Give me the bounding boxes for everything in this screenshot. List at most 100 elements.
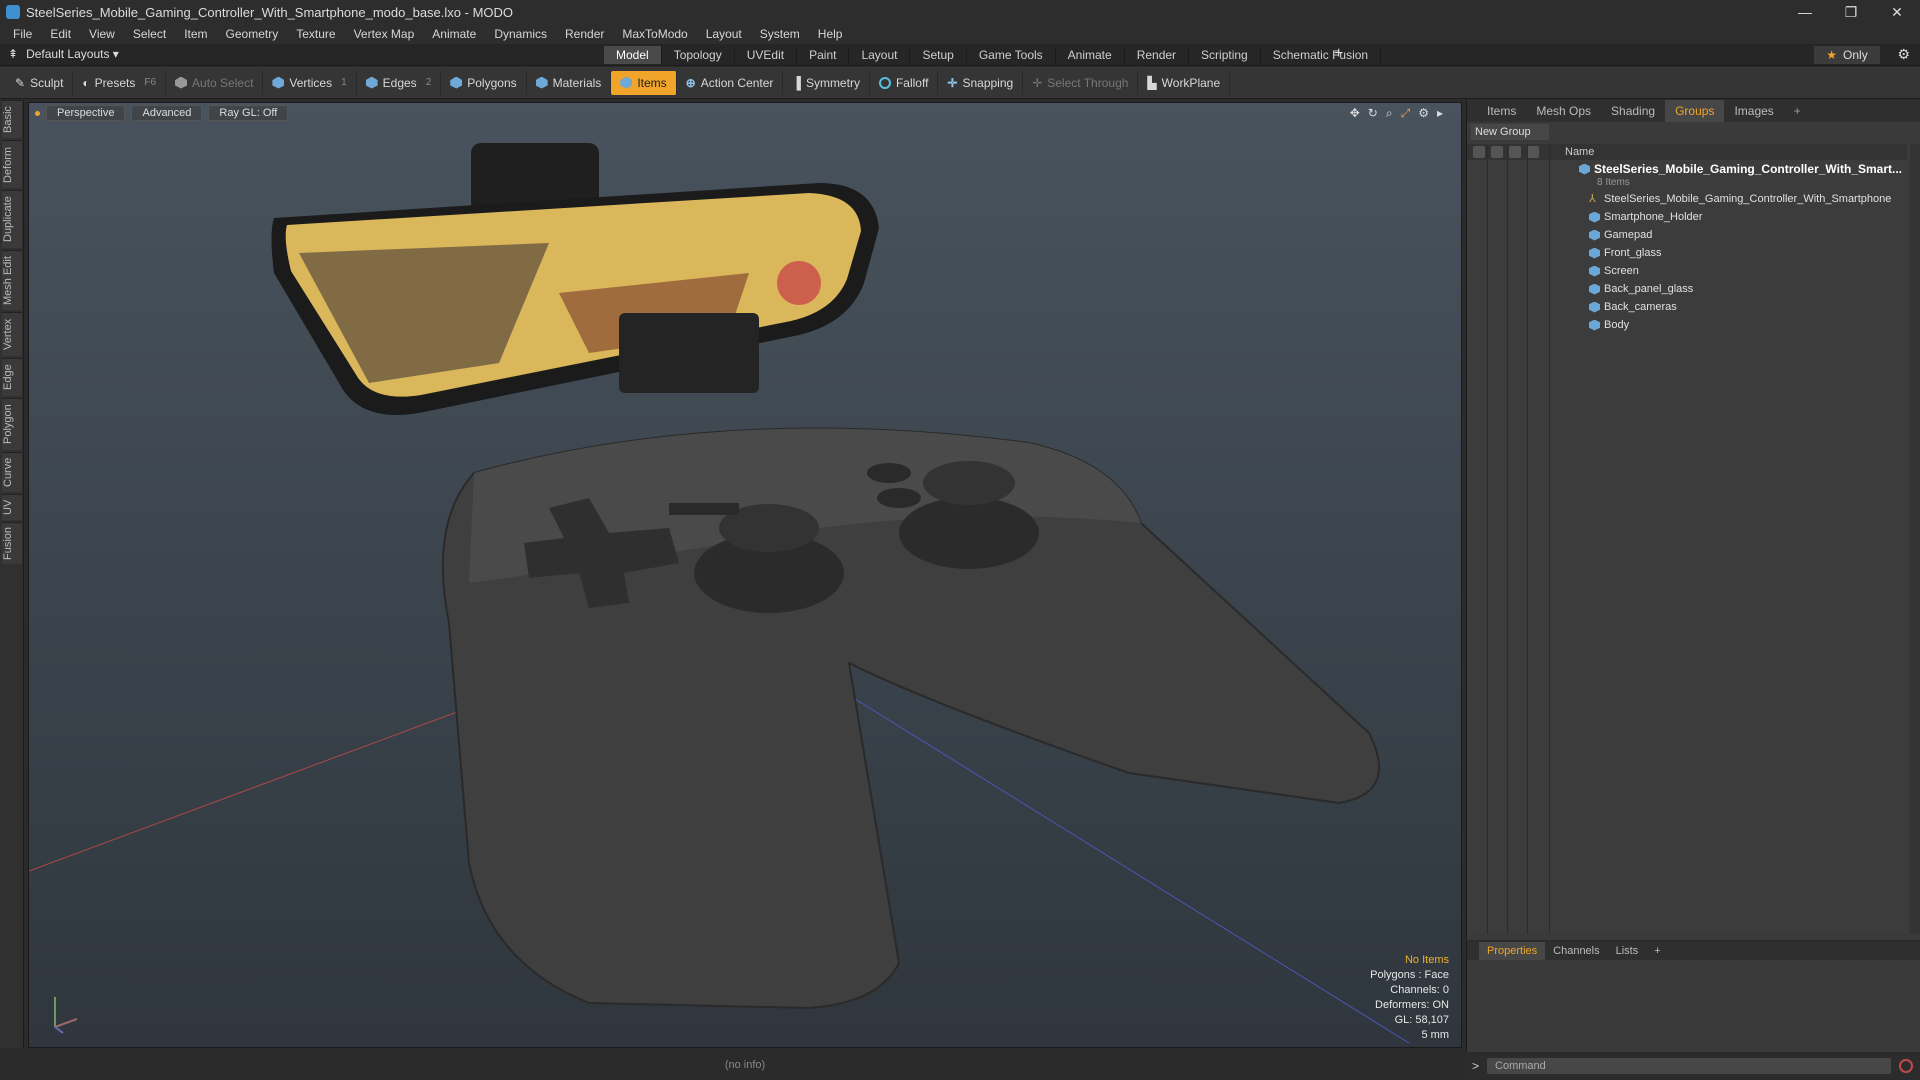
menu-animate[interactable]: Animate: [423, 27, 485, 41]
tab-render[interactable]: Render: [1125, 46, 1190, 64]
workplane-button[interactable]: ▙ WorkPlane: [1138, 70, 1231, 95]
tab-mesh-edit[interactable]: Mesh Edit: [2, 250, 22, 310]
group-item-row[interactable]: Body: [1467, 316, 1907, 334]
tab-items[interactable]: Items: [1477, 104, 1526, 118]
advanced-button[interactable]: Advanced: [131, 105, 203, 121]
tab-scripting[interactable]: Scripting: [1189, 46, 1261, 64]
polygons-mode-button[interactable]: Polygons: [441, 70, 527, 95]
group-item-row[interactable]: Screen: [1467, 262, 1907, 280]
menu-help[interactable]: Help: [809, 27, 852, 41]
menu-edit[interactable]: Edit: [41, 27, 80, 41]
tab-uvedit[interactable]: UVEdit: [735, 46, 798, 64]
restore-button[interactable]: ❐: [1828, 0, 1874, 24]
add-panel-tab-button[interactable]: +: [1784, 104, 1811, 118]
tab-schematic-fusion[interactable]: Schematic Fusion: [1261, 46, 1382, 64]
menu-select[interactable]: Select: [124, 27, 175, 41]
select-through-button[interactable]: ✛ Select Through: [1023, 70, 1139, 95]
tab-game-tools[interactable]: Game Tools: [967, 46, 1056, 64]
add-properties-tab-button[interactable]: +: [1646, 945, 1668, 957]
menu-layout[interactable]: Layout: [697, 27, 751, 41]
menu-system[interactable]: System: [751, 27, 809, 41]
menu-view[interactable]: View: [80, 27, 124, 41]
raygl-button[interactable]: Ray GL: Off: [208, 105, 289, 121]
minimize-button[interactable]: —: [1782, 0, 1828, 24]
tab-polygon[interactable]: Polygon: [2, 398, 22, 450]
vertices-mode-button[interactable]: Vertices 1: [263, 70, 357, 95]
record-icon[interactable]: [1899, 1059, 1914, 1073]
snapping-label: Snapping: [962, 75, 1014, 90]
menu-geometry[interactable]: Geometry: [217, 27, 288, 41]
materials-mode-button[interactable]: Materials: [527, 70, 612, 95]
command-prompt: >: [1472, 1059, 1480, 1073]
viewport-arrow-icon[interactable]: ▸: [1437, 106, 1443, 121]
viewport-menu-dot-icon[interactable]: [35, 110, 40, 116]
select-icon[interactable]: [1527, 146, 1539, 158]
symmetry-button[interactable]: ▐ Symmetry: [783, 70, 870, 95]
tab-animate[interactable]: Animate: [1056, 46, 1125, 64]
tab-setup[interactable]: Setup: [910, 46, 967, 64]
viewport-gear-icon[interactable]: ⚙: [1418, 106, 1429, 121]
render-icon[interactable]: [1491, 146, 1503, 158]
menu-render[interactable]: Render: [556, 27, 613, 41]
maximize-icon[interactable]: ⤢: [1401, 106, 1411, 121]
add-layout-tab-button[interactable]: +: [1334, 45, 1343, 63]
tab-properties[interactable]: Properties: [1479, 942, 1546, 960]
tab-basic[interactable]: Basic: [2, 100, 22, 138]
eye-icon[interactable]: [1473, 146, 1485, 158]
group-item-row[interactable]: Smartphone_Holder: [1467, 208, 1907, 226]
pan-icon[interactable]: ✥: [1350, 106, 1360, 121]
perspective-button[interactable]: Perspective: [46, 105, 126, 121]
tab-fusion[interactable]: Fusion: [2, 522, 22, 564]
menu-vertex-map[interactable]: Vertex Map: [345, 27, 424, 41]
group-item-row[interactable]: Back_panel_glass: [1467, 280, 1907, 298]
tab-groups[interactable]: Groups: [1665, 100, 1725, 122]
group-row[interactable]: SteelSeries_Mobile_Gaming_Controller_Wit…: [1467, 160, 1907, 190]
tab-duplicate[interactable]: Duplicate: [2, 190, 22, 248]
lock-icon[interactable]: [1509, 146, 1521, 158]
tab-model[interactable]: Model: [604, 46, 662, 64]
default-layouts-dropdown[interactable]: ⇞ Default Layouts ▾: [8, 47, 119, 61]
tab-images[interactable]: Images: [1724, 104, 1783, 118]
menu-dynamics[interactable]: Dynamics: [485, 27, 556, 41]
group-item-row[interactable]: Front_glass: [1467, 244, 1907, 262]
viewport-header: Perspective Advanced Ray GL: Off: [29, 103, 1461, 123]
viewport-stats: No Items Polygons : Face Channels: 0 Def…: [1370, 953, 1449, 1043]
tab-layout[interactable]: Layout: [849, 46, 911, 64]
command-input[interactable]: Command: [1487, 1058, 1892, 1074]
tab-vertex[interactable]: Vertex: [2, 312, 22, 356]
group-item-row[interactable]: ⅄ SteelSeries_Mobile_Gaming_Controller_W…: [1467, 190, 1907, 208]
tab-edge[interactable]: Edge: [2, 358, 22, 396]
rotate-icon[interactable]: ↻: [1368, 106, 1378, 121]
menu-file[interactable]: File: [4, 27, 41, 41]
zoom-icon[interactable]: ⌕: [1386, 106, 1393, 121]
new-group-button[interactable]: New Group: [1471, 124, 1549, 140]
gear-icon[interactable]: ⚙: [1897, 46, 1910, 63]
edges-mode-button[interactable]: Edges 2: [357, 70, 442, 95]
group-item-row[interactable]: Back_cameras: [1467, 298, 1907, 316]
auto-select-button[interactable]: Auto Select: [166, 70, 264, 95]
group-item-row[interactable]: Gamepad: [1467, 226, 1907, 244]
menu-texture[interactable]: Texture: [287, 27, 344, 41]
sculpt-button[interactable]: ✎ Sculpt: [6, 70, 74, 95]
items-mode-button[interactable]: Items: [611, 70, 677, 95]
close-button[interactable]: ✕: [1874, 0, 1920, 24]
tab-paint[interactable]: Paint: [797, 46, 850, 64]
tab-channels[interactable]: Channels: [1545, 945, 1607, 957]
tab-shading[interactable]: Shading: [1601, 104, 1665, 118]
tab-curve[interactable]: Curve: [2, 452, 22, 492]
only-toggle-button[interactable]: ★ Only: [1814, 46, 1880, 64]
group-name: SteelSeries_Mobile_Gaming_Controller_Wit…: [1594, 162, 1902, 176]
menu-item[interactable]: Item: [175, 27, 216, 41]
falloff-button[interactable]: Falloff: [870, 70, 939, 95]
snapping-button[interactable]: ✛ Snapping: [938, 70, 1024, 95]
presets-button[interactable]: ◐ Presets F6: [73, 70, 167, 95]
tab-uv[interactable]: UV: [2, 494, 22, 520]
action-center-button[interactable]: ⊕ Action Center: [677, 70, 784, 95]
tab-topology[interactable]: Topology: [662, 46, 735, 64]
tab-deform[interactable]: Deform: [2, 140, 22, 188]
tab-mesh-ops[interactable]: Mesh Ops: [1526, 104, 1601, 118]
groups-scrollbar[interactable]: [1910, 144, 1920, 934]
menu-maxtomodo[interactable]: MaxToModo: [613, 27, 696, 41]
tab-lists[interactable]: Lists: [1608, 945, 1647, 957]
3d-viewport[interactable]: Perspective Advanced Ray GL: Off ✥ ↻ ⌕ ⤢…: [28, 102, 1462, 1048]
